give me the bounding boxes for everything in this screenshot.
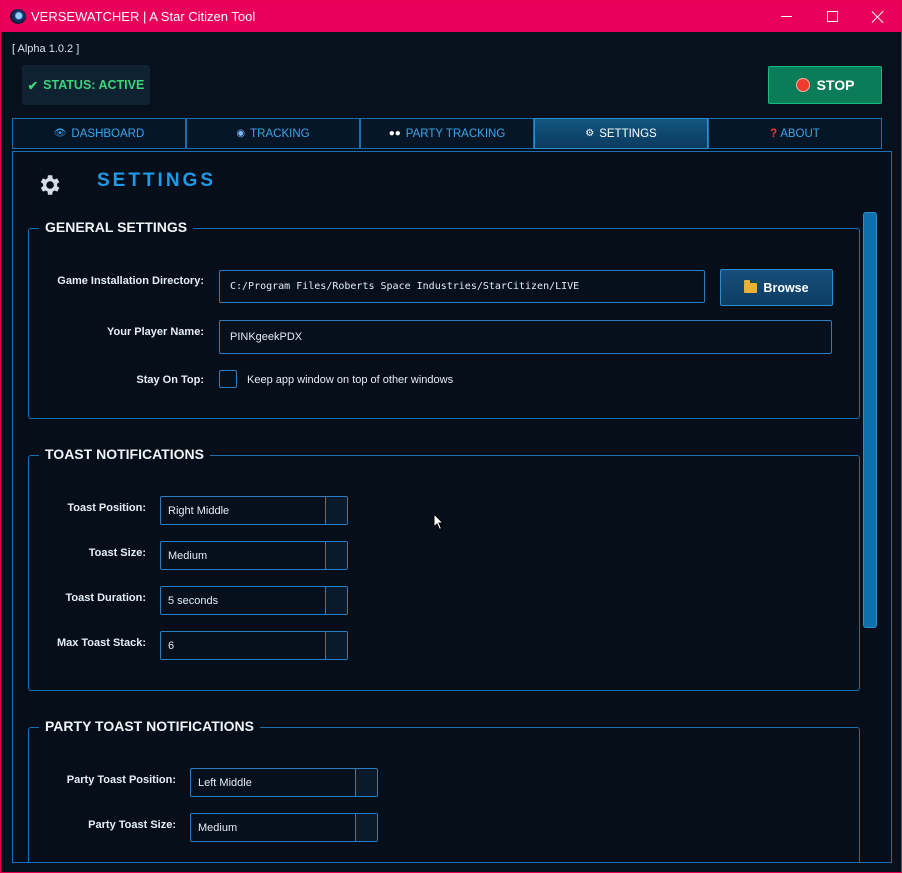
dropdown-arrow-icon [355,814,377,841]
tab-dashboard[interactable]: 👁 DASHBOARD [12,118,186,149]
tab-label: SETTINGS [599,127,657,140]
toast-notifications-group: TOAST NOTIFICATIONS Toast Position: Righ… [28,446,860,691]
party-toast-size-select[interactable]: Medium [190,813,378,842]
tab-about[interactable]: ? ABOUT [708,118,882,149]
max-toast-stack-label: Max Toast Stack: [56,637,146,649]
toast-size-label: Toast Size: [88,547,146,559]
stay-on-top-checkbox[interactable] [219,370,237,388]
party-toast-size-label: Party Toast Size: [88,819,176,831]
player-name-field[interactable]: PINKgeekPDX [219,320,832,354]
settings-gear-icon [40,175,60,195]
close-button[interactable] [855,1,901,32]
stop-label: STOP [816,77,855,93]
eye-icon: 👁 [53,128,67,139]
vertical-scrollbar[interactable] [863,212,877,628]
general-settings-group: GENERAL SETTINGS Game Installation Direc… [28,219,860,419]
stop-button[interactable]: STOP [768,66,882,104]
maximize-icon [826,11,838,22]
gear-icon: ⚙ [585,128,595,139]
minimize-button[interactable] [763,1,809,32]
stay-on-top-text: Keep app window on top of other windows [247,374,454,386]
status-text: STATUS: ACTIVE [43,78,145,92]
party-toast-notifications-group: PARTY TOAST NOTIFICATIONS Party Toast Po… [28,718,860,862]
eyes-icon: ●● [388,128,401,139]
tab-party-tracking[interactable]: ●● PARTY TRACKING [360,118,534,149]
group-title: TOAST NOTIFICATIONS [39,446,210,462]
toast-size-select[interactable]: Medium [160,541,348,570]
dropdown-arrow-icon [325,542,347,569]
status-badge: ✔ STATUS: ACTIVE [22,65,150,105]
party-toast-position-label: Party Toast Position: [66,774,176,786]
dropdown-arrow-icon [325,587,347,614]
select-value: Medium [198,822,238,834]
tab-label: PARTY TRACKING [405,127,506,140]
dropdown-arrow-icon [355,769,377,796]
toast-duration-select[interactable]: 5 seconds [160,586,348,615]
install-dir-label: Game Installation Directory: [57,275,204,287]
group-title: GENERAL SETTINGS [39,219,194,235]
settings-panel: SETTINGS GENERAL SETTINGS Game Installat… [12,151,892,863]
toast-position-label: Toast Position: [67,502,146,514]
tab-label: ABOUT [780,127,820,140]
close-icon [871,10,885,24]
group-title: PARTY TOAST NOTIFICATIONS [39,718,260,734]
dropdown-arrow-icon [325,632,347,659]
toast-duration-label: Toast Duration: [65,592,146,604]
stop-icon [795,78,810,92]
max-toast-stack-select[interactable]: 6 [160,631,348,660]
minimize-icon [780,16,792,17]
select-value: 6 [168,640,175,652]
tab-tracking[interactable]: ◉ TRACKING [186,118,360,149]
maximize-button[interactable] [809,1,855,32]
browse-button[interactable]: Browse [720,269,833,306]
window-title: VERSEWATCHER | A Star Citizen Tool [31,9,256,24]
party-toast-position-select[interactable]: Left Middle [190,768,378,797]
version-label: [ Alpha 1.0.2 ] [12,43,80,55]
player-name-label: Your Player Name: [106,326,204,338]
tab-label: DASHBOARD [71,127,145,140]
checkmark-icon: ✔ [27,78,39,93]
stay-on-top-label: Stay On Top: [136,374,204,386]
page-title: SETTINGS [97,170,217,191]
install-dir-field[interactable]: C:/Program Files/Roberts Space Industrie… [219,270,705,303]
target-icon: ◉ [236,128,246,139]
folder-icon [744,279,758,293]
select-value: Right Middle [168,505,230,517]
select-value: Left Middle [198,777,252,789]
question-icon: ? [770,127,778,140]
tab-label: TRACKING [250,127,310,140]
browse-label: Browse [763,280,809,295]
app-logo-icon [10,9,26,24]
title-bar[interactable]: VERSEWATCHER | A Star Citizen Tool [1,1,901,32]
select-value: 5 seconds [168,595,219,607]
app-window: VERSEWATCHER | A Star Citizen Tool [ Alp… [0,0,902,873]
mouse-cursor-icon [433,513,445,531]
tab-settings[interactable]: ⚙ SETTINGS [534,118,708,149]
toast-position-select[interactable]: Right Middle [160,496,348,525]
dropdown-arrow-icon [325,497,347,524]
select-value: Medium [168,550,208,562]
